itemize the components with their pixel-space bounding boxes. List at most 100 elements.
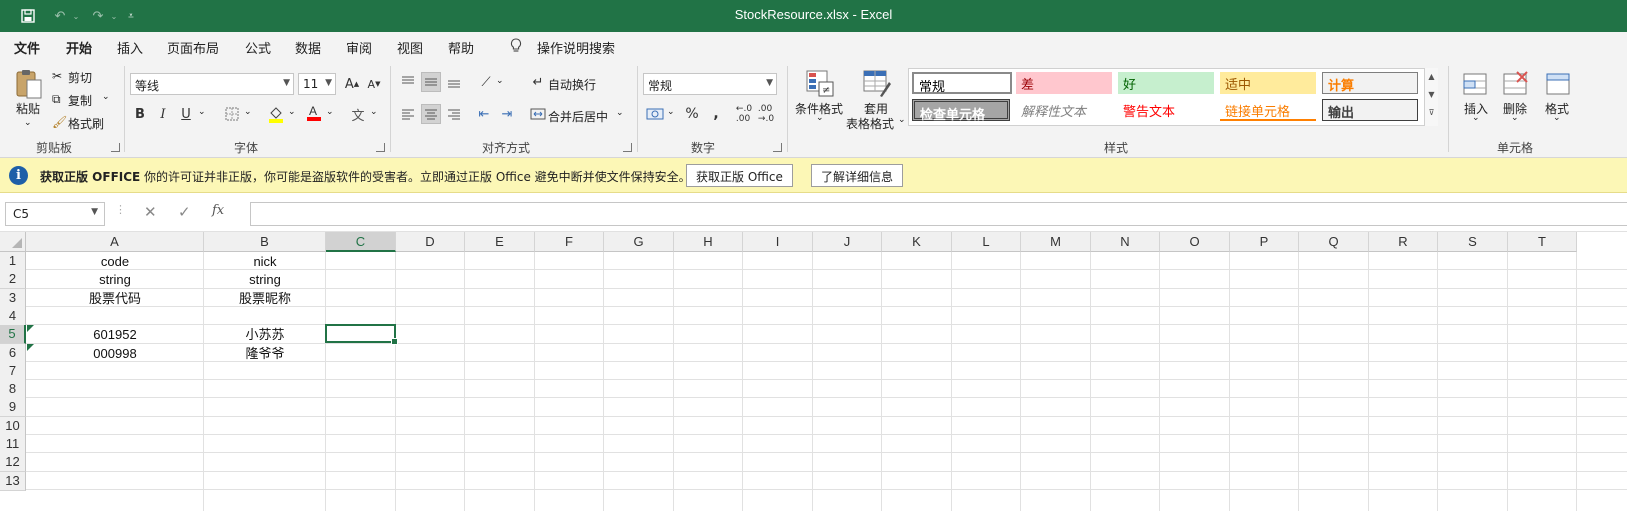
conditional-format-icon[interactable]: ≠: [805, 68, 835, 98]
column-header-s[interactable]: S: [1438, 232, 1508, 252]
cell-a6[interactable]: 000998: [26, 344, 204, 363]
column-header-r[interactable]: R: [1369, 232, 1438, 252]
delete-cells-icon[interactable]: [1502, 68, 1530, 98]
column-header-m[interactable]: M: [1021, 232, 1091, 252]
row-header-13[interactable]: 13: [0, 471, 26, 491]
column-header-q[interactable]: Q: [1299, 232, 1369, 252]
currency-dropdown-icon[interactable]: ⌄: [667, 107, 675, 117]
insert-cells-icon[interactable]: [1462, 68, 1490, 98]
row-header-12[interactable]: 12: [0, 453, 26, 473]
number-launcher-icon[interactable]: [773, 143, 782, 152]
format-as-table-icon[interactable]: [862, 68, 892, 98]
tab-file[interactable]: 文件: [14, 38, 40, 57]
column-header-a[interactable]: A: [26, 232, 204, 252]
name-box[interactable]: C5 ▼: [5, 202, 105, 226]
borders-dropdown-icon[interactable]: ⌄: [244, 107, 252, 117]
cell-a3[interactable]: 股票代码: [26, 289, 204, 308]
copy-icon[interactable]: ⧉: [52, 92, 61, 107]
tab-help[interactable]: 帮助: [448, 38, 474, 57]
learn-more-button[interactable]: 了解详细信息: [811, 164, 904, 187]
get-genuine-office-button[interactable]: 获取正版 Office: [686, 164, 793, 187]
column-header-d[interactable]: D: [396, 232, 465, 252]
merge-center-icon[interactable]: [528, 104, 548, 124]
increase-font-icon[interactable]: A ▲: [342, 74, 362, 94]
style-bad[interactable]: 差: [1016, 72, 1112, 94]
column-header-b[interactable]: B: [204, 232, 326, 252]
format-as-table-button[interactable]: 表格格式: [846, 115, 894, 132]
cell-b5[interactable]: 小苏苏: [204, 325, 326, 344]
cell-b2[interactable]: string: [204, 270, 326, 289]
column-header-t[interactable]: T: [1508, 232, 1577, 252]
row-header-5[interactable]: 5: [0, 325, 26, 345]
tab-review[interactable]: 审阅: [346, 38, 372, 57]
increase-indent-icon[interactable]: ⇥: [497, 104, 517, 124]
column-header-k[interactable]: K: [882, 232, 952, 252]
insert-cells-dropdown-icon[interactable]: ⌄: [1472, 113, 1480, 123]
decrease-decimal-icon[interactable]: .00 →.0: [756, 104, 776, 124]
cell-a1[interactable]: code: [26, 252, 204, 271]
merge-center-button[interactable]: 合并后居中: [548, 108, 608, 125]
format-as-table-dropdown-icon[interactable]: ⌄: [898, 115, 906, 125]
font-launcher-icon[interactable]: [376, 143, 385, 152]
column-header-e[interactable]: E: [465, 232, 535, 252]
wrap-text-icon[interactable]: ↵: [528, 72, 548, 92]
paste-button[interactable]: 粘贴: [16, 100, 40, 117]
cut-button[interactable]: 剪切: [68, 69, 92, 86]
column-header-h[interactable]: H: [674, 232, 743, 252]
tab-data[interactable]: 数据: [295, 38, 321, 57]
column-header-j[interactable]: J: [813, 232, 882, 252]
copy-button[interactable]: 复制: [68, 92, 92, 109]
column-header-c[interactable]: C: [326, 232, 396, 252]
decrease-indent-icon[interactable]: ⇤: [474, 104, 494, 124]
font-size-select[interactable]: 11 ▼: [298, 73, 336, 95]
conditional-format-dropdown-icon[interactable]: ⌄: [816, 113, 824, 123]
column-header-p[interactable]: P: [1230, 232, 1299, 252]
row-header-3[interactable]: 3: [0, 288, 26, 308]
style-check-cell[interactable]: 检查单元格: [912, 99, 1010, 123]
column-header-l[interactable]: L: [952, 232, 1021, 252]
cell-b1[interactable]: nick: [204, 252, 326, 271]
underline-dropdown-icon[interactable]: ⌄: [198, 107, 206, 117]
cell-b6[interactable]: 隆爷爷: [204, 344, 326, 363]
column-header-o[interactable]: O: [1160, 232, 1230, 252]
row-header-2[interactable]: 2: [0, 270, 26, 290]
style-explanatory[interactable]: 解释性文本: [1016, 99, 1112, 121]
decrease-font-icon[interactable]: A ▼: [364, 74, 384, 94]
align-top-icon[interactable]: [398, 72, 418, 92]
worksheet-grid[interactable]: A B C D E F G H I J K L M N O P Q R S T 1 2 3 4 5 6 7 8 9 10 11 12 13 cod…: [0, 232, 1627, 511]
tell-me-search[interactable]: 操作说明搜索: [537, 38, 615, 57]
insert-function-icon[interactable]: fx: [212, 203, 224, 218]
delete-cells-dropdown-icon[interactable]: ⌄: [1511, 113, 1519, 123]
tab-home[interactable]: 开始: [66, 38, 93, 63]
copy-dropdown-icon[interactable]: ⌄: [102, 92, 110, 102]
tab-insert[interactable]: 插入: [117, 38, 143, 57]
styles-gallery-scroll[interactable]: ▲ ▼ ⊽: [1424, 68, 1438, 126]
font-color-dropdown-icon[interactable]: ⌄: [326, 107, 334, 117]
row-header-4[interactable]: 4: [0, 306, 26, 326]
cell-a5[interactable]: 601952: [26, 325, 204, 344]
fill-color-dropdown-icon[interactable]: ⌄: [288, 107, 296, 117]
row-header-8[interactable]: 8: [0, 380, 26, 400]
clipboard-launcher-icon[interactable]: [111, 143, 120, 152]
align-center-icon[interactable]: [421, 104, 441, 124]
formula-input[interactable]: [250, 202, 1627, 226]
style-neutral[interactable]: 适中: [1220, 72, 1316, 94]
column-header-i[interactable]: I: [743, 232, 813, 252]
format-painter-button[interactable]: 格式刷: [68, 115, 104, 132]
borders-icon[interactable]: [222, 104, 242, 124]
align-middle-icon[interactable]: [421, 72, 441, 92]
paste-dropdown-icon[interactable]: ⌄: [24, 118, 32, 128]
orientation-icon[interactable]: ⟋: [476, 72, 496, 92]
italic-button[interactable]: I: [153, 104, 173, 124]
number-format-select[interactable]: 常规 ▼: [643, 73, 777, 95]
lightbulb-icon[interactable]: [510, 38, 522, 57]
increase-decimal-icon[interactable]: ←.0.00: [734, 104, 754, 124]
row-header-9[interactable]: 9: [0, 398, 26, 418]
align-left-icon[interactable]: [398, 104, 418, 124]
font-family-select[interactable]: 等线 ▼: [130, 73, 294, 95]
tab-page-layout[interactable]: 页面布局: [167, 38, 219, 57]
row-header-10[interactable]: 10: [0, 416, 26, 436]
orientation-dropdown-icon[interactable]: ⌄: [496, 76, 504, 86]
tab-view[interactable]: 视图: [397, 38, 423, 57]
paste-icon[interactable]: [14, 68, 44, 100]
